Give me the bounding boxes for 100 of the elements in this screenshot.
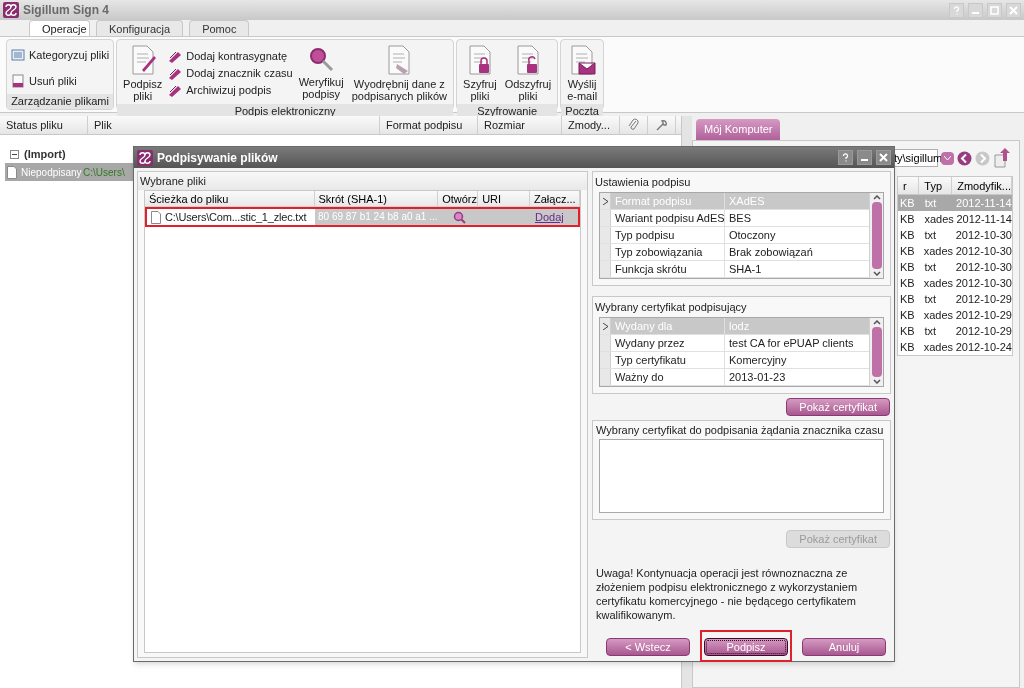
type-cell-text: txt (923, 196, 938, 211)
ribbon-button[interactable]: Usuń pliki (11, 74, 110, 88)
close-icon[interactable] (876, 150, 891, 165)
ribbon-button[interactable]: Szyfruj pliki (461, 44, 499, 102)
column-header[interactable]: Plik (88, 116, 380, 134)
app-logo-icon (3, 2, 19, 18)
help-icon[interactable] (838, 150, 853, 165)
date-cell-text: 2012-10-30 (954, 260, 1012, 275)
certificate-list[interactable] (599, 439, 884, 513)
date-cell-text: 2012-10-29 (954, 292, 1012, 307)
ribbon-button[interactable]: Wyślij e-mail (565, 44, 600, 102)
browser-row[interactable]: KB xades 2012-10-30 (898, 243, 1012, 259)
scroll-down-icon[interactable] (872, 271, 881, 276)
column-header[interactable]: Ścieżka do pliku (145, 191, 315, 206)
scroll-down-icon[interactable] (872, 379, 881, 384)
group-title: Wybrany certyfikat do podpisania żądania znacznika czasu (595, 423, 885, 438)
folder-up-icon[interactable] (993, 147, 1013, 169)
size-cell-text: KB (899, 212, 916, 227)
scroll-up-icon[interactable] (872, 195, 881, 200)
property-name: Typ zobowiązania (611, 244, 725, 260)
ribbon-button[interactable]: Dodaj kontrasygnatę (168, 49, 293, 63)
type-cell-text: txt (923, 228, 938, 243)
size-cell-text: KB (899, 260, 916, 275)
wrench-icon[interactable] (654, 118, 669, 132)
property-row[interactable]: Funkcja skrótu SHA-1 (600, 261, 869, 278)
property-row[interactable]: Typ podpisu Otoczony (600, 227, 869, 244)
property-name: Funkcja skrótu (611, 261, 725, 277)
column-header[interactable]: Format podpisu (380, 116, 478, 134)
document-icon (11, 74, 25, 88)
date-cell-text: 2012-10-30 (954, 276, 1012, 291)
type-cell-text: txt (923, 324, 938, 339)
size-cell-text: KB (899, 308, 916, 323)
property-value: BES (728, 211, 752, 226)
search-icon[interactable] (452, 210, 466, 224)
size-cell-text: KB (899, 276, 916, 291)
paperclip-icon[interactable] (627, 118, 640, 132)
ribbon-button[interactable]: Podpisz pliki (121, 44, 165, 102)
ribbon-button[interactable]: Odszyfruj pliki (502, 44, 554, 102)
type-cell-text: xades (923, 212, 954, 227)
size-cell-text: KB (899, 324, 916, 339)
size-cell-text: KB (899, 196, 916, 211)
dialog-logo-icon (137, 149, 153, 166)
column-header[interactable]: r (898, 177, 920, 194)
add-link[interactable]: Dodaj (531, 209, 568, 225)
column-header[interactable]: Typ (919, 177, 953, 194)
ribbon-button[interactable]: Kategoryzuj pliki (11, 48, 110, 62)
property-name: Typ podpisu (611, 227, 725, 243)
status-cell-text: Niepodpisany (20, 165, 81, 180)
browser-row[interactable]: KB txt 2012-10-30 (898, 227, 1012, 243)
ribbon-button[interactable]: Weryfikuj podpisy (296, 44, 346, 102)
scrollbar[interactable] (869, 193, 883, 278)
row-pointer-icon (602, 197, 608, 205)
warning-text: Uwaga! Kontynuacja operacji jest równoznaczna ze złożeniem podpisu elektronicznego z wykorzystaniem certyfikatu komercyjnego - nie będącego certyfikatem kwalifikowanym. (595, 566, 859, 622)
browser-row[interactable]: KB xades 2012-10-29 (898, 307, 1012, 323)
size-cell-text: KB (899, 244, 916, 259)
minimize-icon[interactable] (857, 150, 872, 165)
row-pointer-icon (602, 322, 608, 330)
property-row[interactable]: Typ certyfikatu Komercyjny (600, 352, 869, 369)
property-row[interactable]: Typ zobowiązania Brak zobowiązań (600, 244, 869, 261)
property-row[interactable]: Wariant podpisu AdES BES (600, 210, 869, 227)
dropdown-button[interactable] (941, 151, 954, 165)
type-cell-text: xades (922, 308, 953, 323)
ribbon-button[interactable]: Archiwizuj podpis (168, 83, 293, 97)
column-header[interactable]: Zmodyfik... (952, 177, 1012, 194)
caret-icon (944, 155, 951, 161)
column-header[interactable]: Załącz... (530, 191, 580, 206)
size-cell-text: KB (899, 292, 916, 307)
group-title: Ustawienia podpisu (594, 175, 692, 190)
property-name: Wydany przez (611, 335, 725, 351)
browser-row[interactable]: KB txt 2012-10-29 (898, 323, 1012, 339)
ribbon-tab[interactable]: Operacje (29, 20, 90, 36)
column-header[interactable]: Otwórz (438, 191, 479, 206)
collapse-toggle[interactable] (10, 149, 19, 159)
ribbon-tab[interactable]: Konfiguracja (96, 20, 184, 36)
property-row[interactable]: Wydany przez test CA for ePUAP clients (600, 335, 869, 352)
scrollbar[interactable] (869, 318, 883, 386)
browser-row[interactable]: KB xades 2012-10-30 (898, 275, 1012, 291)
property-name: Typ certyfikatu (611, 352, 725, 368)
ribbon-button[interactable]: Dodaj znacznik czasu (168, 66, 293, 80)
ribbon-button[interactable]: Wyodrębnij dane z podpisanych plików (349, 44, 450, 102)
property-row[interactable]: Ważny do 2013-01-23 (600, 369, 869, 386)
date-cell-text: 2012-10-24 (954, 340, 1012, 355)
type-cell-text: xades (922, 276, 953, 291)
date-cell-text: 2012-10-30 (954, 244, 1012, 259)
document-icon (7, 165, 17, 179)
browser-row[interactable]: KB txt 2012-10-30 (898, 259, 1012, 275)
property-value: SHA-1 (728, 262, 763, 277)
browser-row[interactable]: KB xades 2012-10-24 (898, 339, 1012, 355)
column-header[interactable]: URI (478, 191, 530, 206)
pen-icon (168, 83, 183, 97)
size-cell-text: KB (899, 228, 916, 243)
scroll-up-icon[interactable] (872, 320, 881, 325)
column-header[interactable]: Status pliku (0, 116, 88, 134)
column-header[interactable]: Rozmiar (478, 116, 562, 134)
column-header[interactable]: Skrót (SHA-1) (314, 191, 439, 206)
ribbon-tab[interactable]: Pomoc (189, 20, 250, 36)
browser-row[interactable]: KB xades 2012-11-14 (898, 211, 1012, 227)
path-cell-text: C:\Users\Com...stic_1_zlec.txt (165, 210, 307, 225)
browser-row[interactable]: KB txt 2012-10-29 (898, 291, 1012, 307)
column-header[interactable]: Zmody... (562, 116, 620, 134)
